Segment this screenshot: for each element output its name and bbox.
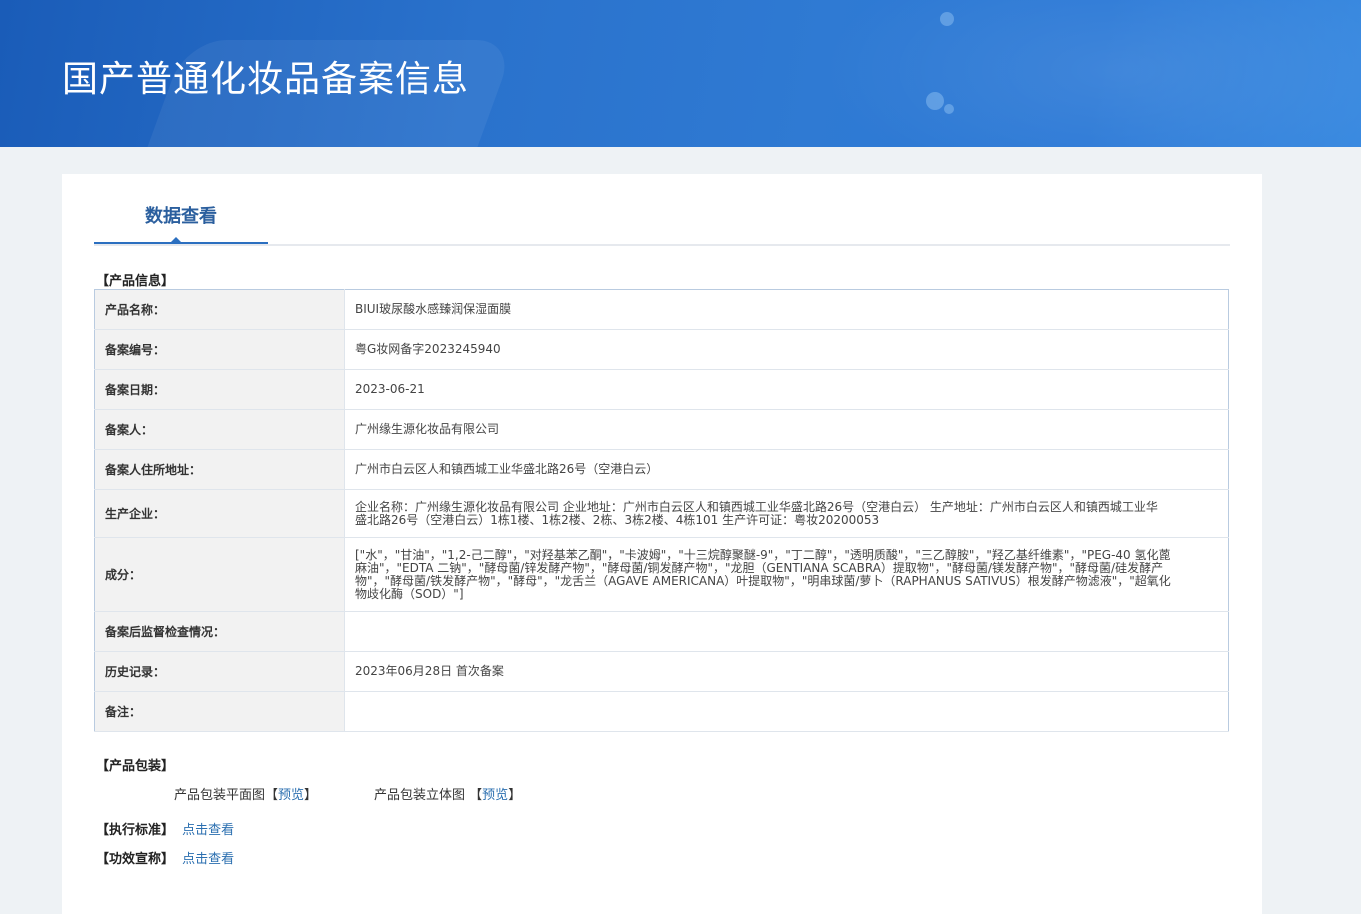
section-title-standard: 【执行标准】 — [96, 823, 175, 838]
page-title: 国产普通化妆品备案信息 — [62, 59, 470, 100]
bracket: 】 — [508, 788, 522, 803]
field-label: 产品名称： — [94, 289, 345, 330]
product-info-table: 产品名称： BIUI玻尿酸水感臻润保湿面膜 备案编号： 粤G妆网备字202324… — [94, 289, 1229, 732]
field-label: 备案人住所地址： — [94, 449, 345, 490]
tab-bar: 数据查看 — [94, 174, 1230, 246]
table-row: 备案编号： 粤G妆网备字2023245940 — [94, 329, 1229, 370]
standard-row: 【执行标准】 点击查看 — [96, 819, 234, 838]
field-value: BIUI玻尿酸水感臻润保湿面膜 — [344, 289, 1229, 330]
table-row: 成分： ["水"，"甘油"，"1,2-己二醇"，"对羟基苯乙酮"，"卡波姆"，"… — [94, 537, 1229, 612]
section-title-product-info: 【产品信息】 — [96, 274, 175, 289]
packaging-flat-label: 产品包装平面图 — [174, 788, 266, 803]
banner-glow — [820, 0, 1361, 147]
section-title-packaging: 【产品包装】 — [96, 759, 175, 774]
efficacy-view-link[interactable]: 点击查看 — [182, 852, 234, 867]
banner-dot — [944, 104, 954, 114]
banner-dot — [940, 12, 954, 26]
packaging-solid: 产品包装立体图 【预览】 — [374, 784, 521, 803]
bracket: 【 — [265, 788, 279, 803]
field-label: 备案后监督检查情况： — [94, 611, 345, 652]
bracket: 【 — [469, 788, 483, 803]
table-row: 备注： — [94, 691, 1229, 732]
table-row: 备案人： 广州缘生源化妆品有限公司 — [94, 409, 1229, 450]
table-row: 历史记录： 2023年06月28日 首次备案 — [94, 651, 1229, 692]
efficacy-row: 【功效宣称】 点击查看 — [96, 848, 234, 867]
field-label: 备案编号： — [94, 329, 345, 370]
table-row: 产品名称： BIUI玻尿酸水感臻润保湿面膜 — [94, 289, 1229, 330]
section-title-efficacy: 【功效宣称】 — [96, 852, 175, 867]
packaging-flat: 产品包装平面图【预览】 — [174, 784, 317, 803]
field-label: 历史记录： — [94, 651, 345, 692]
table-row: 备案人住所地址： 广州市白云区人和镇西城工业华盛北路26号（空港白云） — [94, 449, 1229, 490]
banner-dot — [926, 92, 944, 110]
bracket: 】 — [304, 788, 318, 803]
field-value: 广州市白云区人和镇西城工业华盛北路26号（空港白云） — [344, 449, 1229, 490]
standard-view-link[interactable]: 点击查看 — [182, 823, 234, 838]
field-label: 备案人： — [94, 409, 345, 450]
content-panel: 数据查看 【产品信息】 产品名称： BIUI玻尿酸水感臻润保湿面膜 备案编号： … — [62, 174, 1262, 914]
header-banner: 国产普通化妆品备案信息 — [0, 0, 1361, 147]
field-value: 企业名称：广州缘生源化妆品有限公司 企业地址：广州市白云区人和镇西城工业华盛北路… — [344, 489, 1229, 538]
field-label: 备注： — [94, 691, 345, 732]
packaging-solid-label: 产品包装立体图 — [374, 788, 466, 803]
field-value: 粤G妆网备字2023245940 — [344, 329, 1229, 370]
tab-data-view[interactable]: 数据查看 — [94, 174, 268, 244]
tab-active-indicator — [169, 237, 183, 244]
field-value: 2023年06月28日 首次备案 — [344, 651, 1229, 692]
field-label: 生产企业： — [94, 489, 345, 538]
table-row: 备案日期： 2023-06-21 — [94, 369, 1229, 410]
field-value: ["水"，"甘油"，"1,2-己二醇"，"对羟基苯乙酮"，"卡波姆"，"十三烷醇… — [344, 537, 1229, 612]
field-label: 成分： — [94, 537, 345, 612]
field-label: 备案日期： — [94, 369, 345, 410]
table-row: 生产企业： 企业名称：广州缘生源化妆品有限公司 企业地址：广州市白云区人和镇西城… — [94, 489, 1229, 538]
table-row: 备案后监督检查情况： — [94, 611, 1229, 652]
field-value: 广州缘生源化妆品有限公司 — [344, 409, 1229, 450]
field-value — [344, 611, 1229, 652]
preview-solid-link[interactable]: 预览 — [482, 788, 508, 803]
preview-flat-link[interactable]: 预览 — [278, 788, 304, 803]
tab-label: 数据查看 — [145, 206, 217, 227]
field-value — [344, 691, 1229, 732]
field-value: 2023-06-21 — [344, 369, 1229, 410]
